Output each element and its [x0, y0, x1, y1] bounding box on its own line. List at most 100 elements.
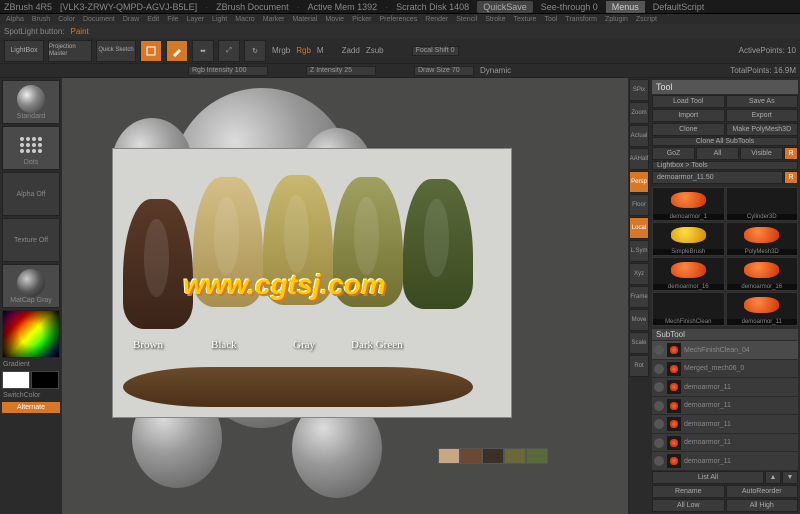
palette-swatch[interactable]	[504, 448, 526, 464]
alpha-selector[interactable]: Alpha Off	[2, 172, 60, 216]
zadd-toggle[interactable]: Zadd	[342, 46, 360, 55]
z-intensity-slider[interactable]: Z Intensity 25	[306, 66, 376, 76]
switchcolor-button[interactable]: SwitchColor	[2, 391, 60, 400]
tool-thumb[interactable]: demoarmor_11	[726, 292, 799, 326]
draw-mode-button[interactable]	[166, 40, 188, 62]
projection-master-button[interactable]: Projection Master	[48, 40, 92, 62]
menu-item[interactable]: Brush	[30, 16, 52, 23]
zoom-button[interactable]: Zoom	[629, 102, 649, 124]
menu-item[interactable]: Stroke	[483, 16, 507, 23]
move-view-button[interactable]: Move	[629, 309, 649, 331]
menu-item[interactable]: Zplugin	[603, 16, 630, 23]
menu-item[interactable]: Texture	[511, 16, 538, 23]
quicksketch-button[interactable]: Quick Sketch	[96, 40, 136, 62]
brush-selector[interactable]: Standard	[2, 80, 60, 124]
menu-item[interactable]: Light	[210, 16, 229, 23]
menu-item[interactable]: Stencil	[454, 16, 479, 23]
scale-view-button[interactable]: Scale	[629, 332, 649, 354]
actual-button[interactable]: Actual	[629, 125, 649, 147]
alternate-button[interactable]: Alternate	[2, 402, 60, 413]
eye-icon[interactable]	[654, 364, 664, 374]
eye-icon[interactable]	[654, 401, 664, 411]
local-button[interactable]: Local	[629, 217, 649, 239]
lsym-button[interactable]: L.Sym	[629, 240, 649, 262]
import-button[interactable]: Import	[652, 109, 725, 122]
rgb-intensity-slider[interactable]: Rgb Intensity 100	[188, 66, 268, 76]
menu-item[interactable]: Marker	[261, 16, 287, 23]
spotlight-image[interactable]: Brown Black Gray Dark Green www.cgtsj.co…	[112, 148, 512, 418]
color-picker[interactable]	[2, 310, 60, 358]
tool-panel-title[interactable]: Tool	[652, 80, 798, 94]
r-button-2[interactable]: R	[784, 171, 798, 184]
eye-icon[interactable]	[654, 419, 664, 429]
tool-thumb[interactable]: MechFinishClean	[652, 292, 725, 326]
rgb-toggle[interactable]: Rgb	[296, 46, 311, 55]
menus-toggle[interactable]: Menus	[606, 1, 645, 13]
r-button[interactable]: R	[784, 147, 798, 160]
palette-swatch[interactable]	[438, 448, 460, 464]
palette-swatch[interactable]	[482, 448, 504, 464]
palette-swatch[interactable]	[526, 448, 548, 464]
make-polymesh-button[interactable]: Make PolyMesh3D	[726, 123, 799, 136]
subtool-item[interactable]: demoarmor_11	[652, 452, 798, 470]
edit-mode-button[interactable]	[140, 40, 162, 62]
clone-button[interactable]: Clone	[652, 123, 725, 136]
goz-button[interactable]: GoZ	[652, 147, 695, 160]
frame-button[interactable]: Frame	[629, 286, 649, 308]
texture-selector[interactable]: Texture Off	[2, 218, 60, 262]
persp-button[interactable]: Persp	[629, 171, 649, 193]
export-button[interactable]: Export	[726, 109, 799, 122]
lightbox-button[interactable]: LightBox	[4, 40, 44, 62]
autoreorder-button[interactable]: AutoReorder	[726, 485, 799, 498]
floor-button[interactable]: Floor	[629, 194, 649, 216]
arrow-up-icon[interactable]: ▲	[765, 471, 781, 484]
spix-button[interactable]: SPix	[629, 79, 649, 101]
arrow-down-icon[interactable]: ▼	[782, 471, 798, 484]
rename-button[interactable]: Rename	[652, 485, 725, 498]
tool-thumb[interactable]: demoarmor_1	[652, 187, 725, 221]
draw-size-slider[interactable]: Draw Size 70	[414, 66, 474, 76]
eye-icon[interactable]	[654, 382, 664, 392]
menu-item[interactable]: Document	[81, 16, 117, 23]
material-selector[interactable]: MatCap Gray	[2, 264, 60, 308]
menu-item[interactable]: Picker	[350, 16, 373, 23]
tool-thumb[interactable]: demoarmor_16	[652, 257, 725, 291]
eye-icon[interactable]	[654, 456, 664, 466]
current-tool-name[interactable]: demoarmor_11.50	[652, 171, 783, 184]
all-high-button[interactable]: All High	[726, 499, 799, 512]
menu-item[interactable]: Preferences	[378, 16, 420, 23]
load-tool-button[interactable]: Load Tool	[652, 95, 725, 108]
eye-icon[interactable]	[654, 438, 664, 448]
menu-item[interactable]: Zscript	[634, 16, 659, 23]
rotate-button[interactable]: ↻	[244, 40, 266, 62]
tool-thumb[interactable]: SimpleBrush	[652, 222, 725, 256]
canvas-viewport[interactable]: Brown Black Gray Dark Green www.cgtsj.co…	[62, 78, 628, 514]
move-button[interactable]: ⬌	[192, 40, 214, 62]
subtool-header[interactable]: SubTool	[652, 329, 798, 341]
goz-all-button[interactable]: All	[696, 147, 739, 160]
menu-item[interactable]: Macro	[233, 16, 256, 23]
mrgb-toggle[interactable]: Mrgb	[272, 46, 290, 55]
save-as-button[interactable]: Save As	[726, 95, 799, 108]
quicksave-button[interactable]: QuickSave	[477, 1, 533, 13]
list-all-button[interactable]: List All	[652, 471, 764, 484]
menu-item[interactable]: Transform	[563, 16, 599, 23]
aahalf-button[interactable]: AAHalf	[629, 148, 649, 170]
m-toggle[interactable]: M	[317, 46, 324, 55]
tool-thumb[interactable]: demoarmor_16	[726, 257, 799, 291]
eye-icon[interactable]	[654, 345, 664, 355]
dynamic-toggle[interactable]: Dynamic	[480, 66, 511, 75]
xyz-button[interactable]: Xyz	[629, 263, 649, 285]
menu-item[interactable]: Edit	[145, 16, 161, 23]
menu-item[interactable]: Tool	[542, 16, 559, 23]
stroke-selector[interactable]: Dots	[2, 126, 60, 170]
goz-visible-button[interactable]: Visible	[740, 147, 783, 160]
all-low-button[interactable]: All Low	[652, 499, 725, 512]
menu-item[interactable]: Layer	[185, 16, 207, 23]
seethrough-slider[interactable]: See-through 0	[541, 2, 598, 12]
menu-item[interactable]: Render	[423, 16, 450, 23]
menu-item[interactable]: Draw	[121, 16, 141, 23]
menu-item[interactable]: Material	[290, 16, 319, 23]
clone-all-button[interactable]: Clone All SubTools	[652, 137, 798, 146]
tool-thumb[interactable]: Cylinder3D	[726, 187, 799, 221]
